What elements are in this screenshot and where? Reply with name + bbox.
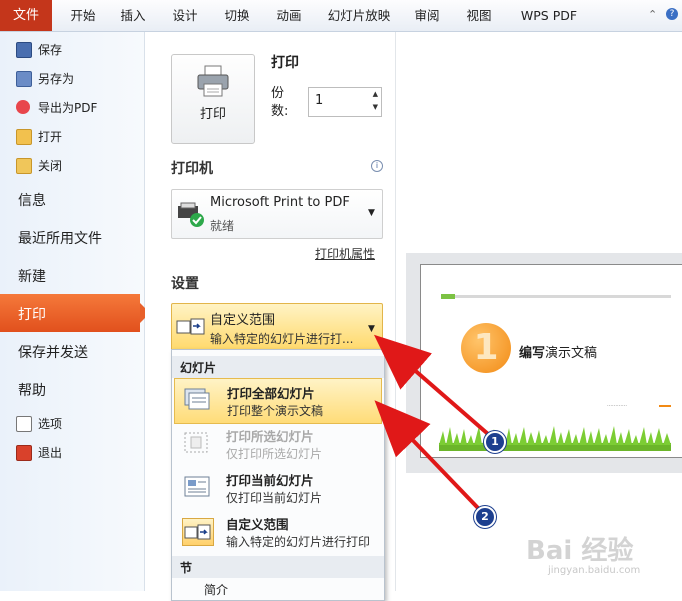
annotation-arrows	[373, 334, 490, 510]
annotation-marker-1: 1	[484, 431, 506, 453]
watermark-url: jingyan.baidu.com	[548, 565, 641, 576]
annotation-marker-2: 2	[474, 506, 496, 528]
watermark-logo: Bai 经验	[526, 536, 634, 566]
